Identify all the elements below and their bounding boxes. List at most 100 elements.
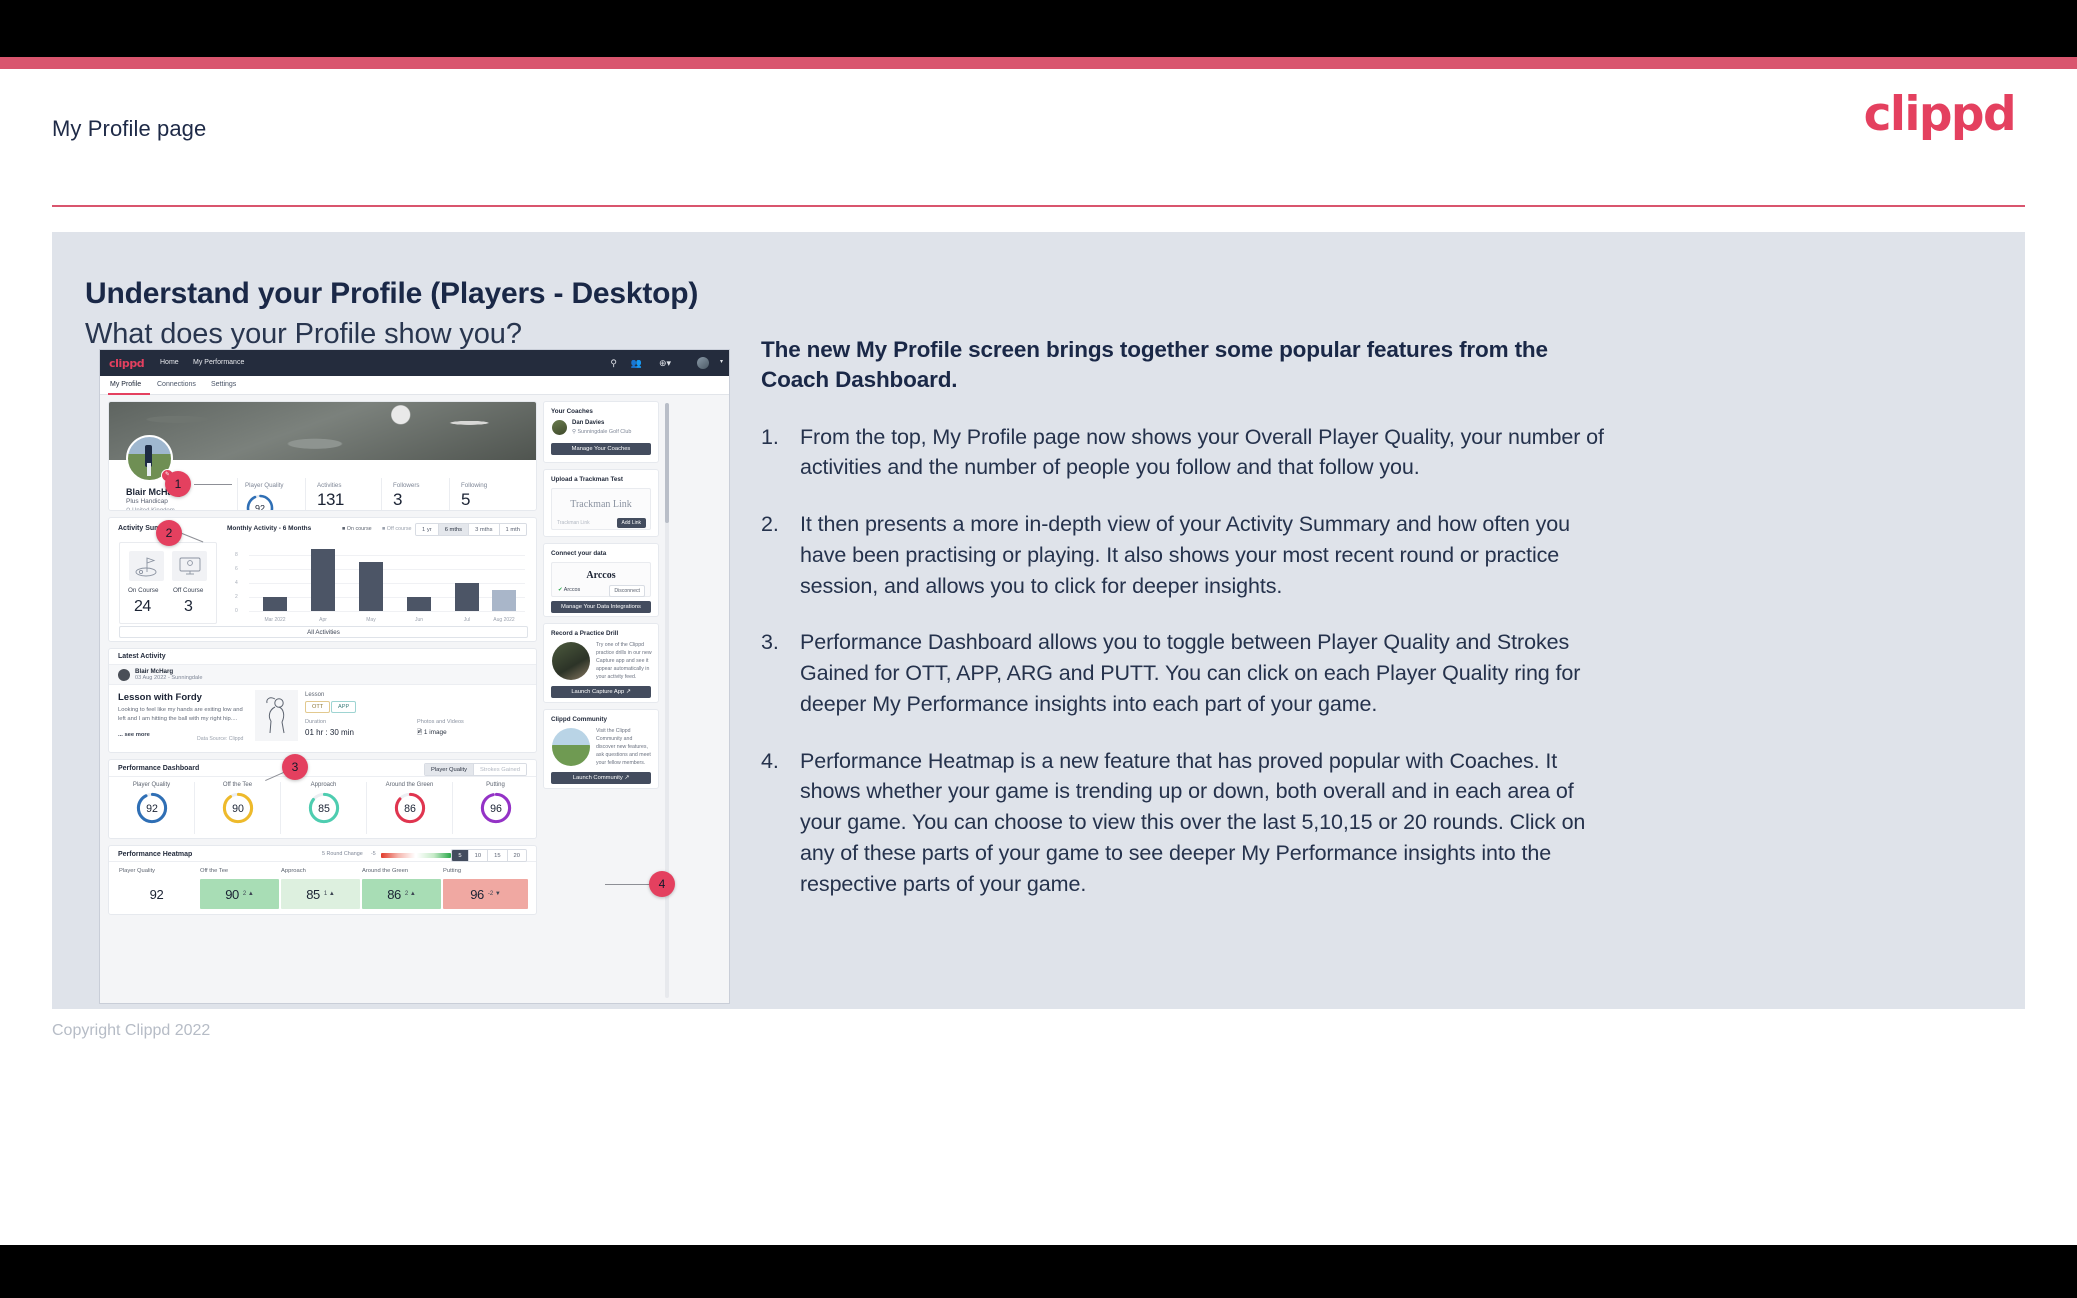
callout-marker-3: 3: [282, 754, 308, 780]
performance-dashboard-title: Performance Dashboard: [118, 765, 200, 772]
header-divider: [52, 205, 2025, 207]
ring-player-quality[interactable]: Player Quality 92: [109, 782, 194, 830]
x-tick-apr: Apr: [319, 617, 327, 623]
rounds-selector[interactable]: 5 10 15 20: [451, 849, 527, 862]
latest-activity-card: Latest Activity Blair McHarg 03 Aug 2022…: [108, 648, 537, 753]
list-item-number: 1.: [761, 424, 779, 449]
rounds-5[interactable]: 5: [452, 850, 469, 861]
performance-heatmap-title: Performance Heatmap: [118, 851, 193, 858]
ring-off-the-tee[interactable]: Off the Tee 90: [195, 782, 280, 830]
coach-club: ⚲ Sunningdale Golf Club: [572, 429, 632, 435]
search-icon[interactable]: ⚲: [610, 358, 617, 369]
rounds-10[interactable]: 10: [468, 850, 489, 861]
player-quality-ring[interactable]: 92: [245, 493, 275, 511]
all-activities-button[interactable]: All Activities: [119, 626, 528, 638]
heatmap-scale-gradient: [381, 852, 451, 858]
manage-coaches-button[interactable]: Manage Your Coaches: [551, 443, 651, 455]
stat-player-quality[interactable]: Player Quality: [245, 482, 284, 489]
legend-off-course: ■ Off course: [382, 526, 412, 532]
heatmap-cell-approach[interactable]: 85 1 ▲: [281, 879, 360, 909]
metric-toggle[interactable]: Player Quality Strokes Gained: [423, 763, 527, 776]
manage-data-integrations-button[interactable]: Manage Your Data Integrations: [551, 601, 651, 613]
ring-around-the-green[interactable]: Around the Green 86: [367, 782, 452, 830]
bar-apr[interactable]: [311, 549, 335, 611]
nav-link-my-performance[interactable]: My Performance: [193, 359, 244, 366]
rounds-15[interactable]: 15: [488, 850, 508, 861]
heatmap-label-around-the-green: Around the Green: [362, 868, 409, 874]
heatmap-label-approach: Approach: [281, 868, 306, 874]
launch-capture-app-button[interactable]: Launch Capture App ↗: [551, 686, 651, 698]
app-screenshot: clippd Home My Performance ⚲ 👥 ⊕▾ ▾ My P…: [99, 349, 730, 1004]
ring-approach[interactable]: Approach 85: [281, 782, 366, 830]
latest-activity-header: Latest Activity: [109, 649, 536, 665]
stat-followers[interactable]: Followers 3: [393, 482, 419, 510]
ring-label: Putting: [486, 782, 505, 788]
performance-heatmap-header: Performance Heatmap 5 Round Change -5 +5…: [109, 846, 536, 862]
chip-ott[interactable]: OTT: [305, 701, 331, 713]
heatmap-cell-putting[interactable]: 96 -2 ▼: [443, 879, 528, 909]
plus-circle-icon[interactable]: ⊕▾: [659, 358, 671, 369]
heatmap-delta: -2 ▼: [487, 891, 501, 897]
tab-my-profile[interactable]: My Profile: [110, 381, 141, 388]
bar-jun[interactable]: [407, 597, 431, 611]
ring-gauge: 96: [480, 792, 511, 824]
divider: [305, 478, 306, 510]
connect-data-title: Connect your data: [551, 550, 607, 557]
toggle-strokes-gained[interactable]: Strokes Gained: [474, 764, 526, 775]
heatmap-delta: 1 ▲: [323, 891, 335, 897]
callout-marker-4: 4: [649, 871, 675, 897]
heatmap-cell-player-quality[interactable]: 92: [119, 879, 198, 909]
range-1mth[interactable]: 1 mth: [499, 524, 526, 535]
rounds-20[interactable]: 20: [507, 850, 526, 861]
heatmap-cell-off-the-tee[interactable]: 90 2 ▲: [200, 879, 279, 909]
app-navbar: clippd Home My Performance ⚲ 👥 ⊕▾ ▾: [100, 350, 729, 376]
bar-may[interactable]: [359, 562, 383, 611]
coach-name: Dan Davies: [572, 420, 605, 426]
chip-app[interactable]: APP: [331, 701, 357, 713]
latest-activity-title: Latest Activity: [118, 653, 166, 660]
heatmap-cell-around-the-green[interactable]: 86 2 ▲: [362, 879, 441, 909]
people-icon[interactable]: 👥: [631, 358, 642, 369]
add-link-button[interactable]: Add Link: [616, 518, 646, 528]
heatmap-delta: 2 ▲: [404, 891, 416, 897]
bar-jul[interactable]: [455, 583, 479, 611]
toggle-player-quality[interactable]: Player Quality: [424, 764, 475, 775]
launch-community-button[interactable]: Launch Community ↗: [551, 772, 651, 784]
letterbox-bottom: [0, 1245, 2077, 1298]
stat-value: 3: [393, 490, 402, 509]
performance-dashboard-header: Performance Dashboard Player Quality Str…: [109, 760, 536, 777]
photos-label: Photos and Videos: [417, 719, 464, 725]
stat-activities[interactable]: Activities 131: [317, 482, 344, 510]
community-title: Clippd Community: [551, 716, 607, 723]
list-item: 3. Performance Dashboard allows you to t…: [761, 627, 1606, 719]
location-pin-icon: ⚲: [126, 508, 131, 511]
disconnect-button[interactable]: Disconnect: [609, 585, 645, 597]
explainer-column: The new My Profile screen brings togethe…: [761, 335, 1606, 925]
list-item-number: 3.: [761, 630, 779, 655]
range-1yr[interactable]: 1 yr: [416, 524, 439, 535]
tab-settings[interactable]: Settings: [211, 381, 236, 388]
range-6mths[interactable]: 6 mths: [438, 524, 470, 535]
nav-link-home[interactable]: Home: [160, 359, 179, 366]
range-selector[interactable]: 1 yr 6 mths 3 mths 1 mth: [415, 523, 527, 536]
trackman-logo: Trackman Link: [570, 499, 632, 510]
list-item: 1. From the top, My Profile page now sho…: [761, 422, 1606, 483]
x-tick-mar: Mar 2022: [264, 617, 286, 623]
heatmap-label-player-quality: Player Quality: [119, 868, 156, 874]
chevron-down-icon[interactable]: ▾: [720, 358, 723, 365]
explainer-list: 1. From the top, My Profile page now sho…: [761, 422, 1606, 900]
ring-label: Approach: [310, 782, 337, 788]
ring-putting[interactable]: Putting 96: [453, 782, 538, 830]
see-more-link[interactable]: ... see more: [118, 732, 150, 738]
tab-connections[interactable]: Connections: [157, 381, 196, 388]
avatar[interactable]: [697, 357, 709, 369]
bar-mar-2022[interactable]: [263, 597, 287, 611]
tile-value-off-course: 3: [184, 598, 193, 615]
tile-label-off-course: Off Course: [173, 587, 204, 594]
range-3mths[interactable]: 3 mths: [469, 524, 500, 535]
bar-aug-2022[interactable]: [492, 590, 516, 611]
stat-following[interactable]: Following 5: [461, 482, 487, 510]
scrollbar-thumb[interactable]: [665, 403, 669, 523]
trackman-link-input[interactable]: Trackman Link: [557, 520, 590, 526]
external-link-icon: ↗: [624, 775, 630, 781]
